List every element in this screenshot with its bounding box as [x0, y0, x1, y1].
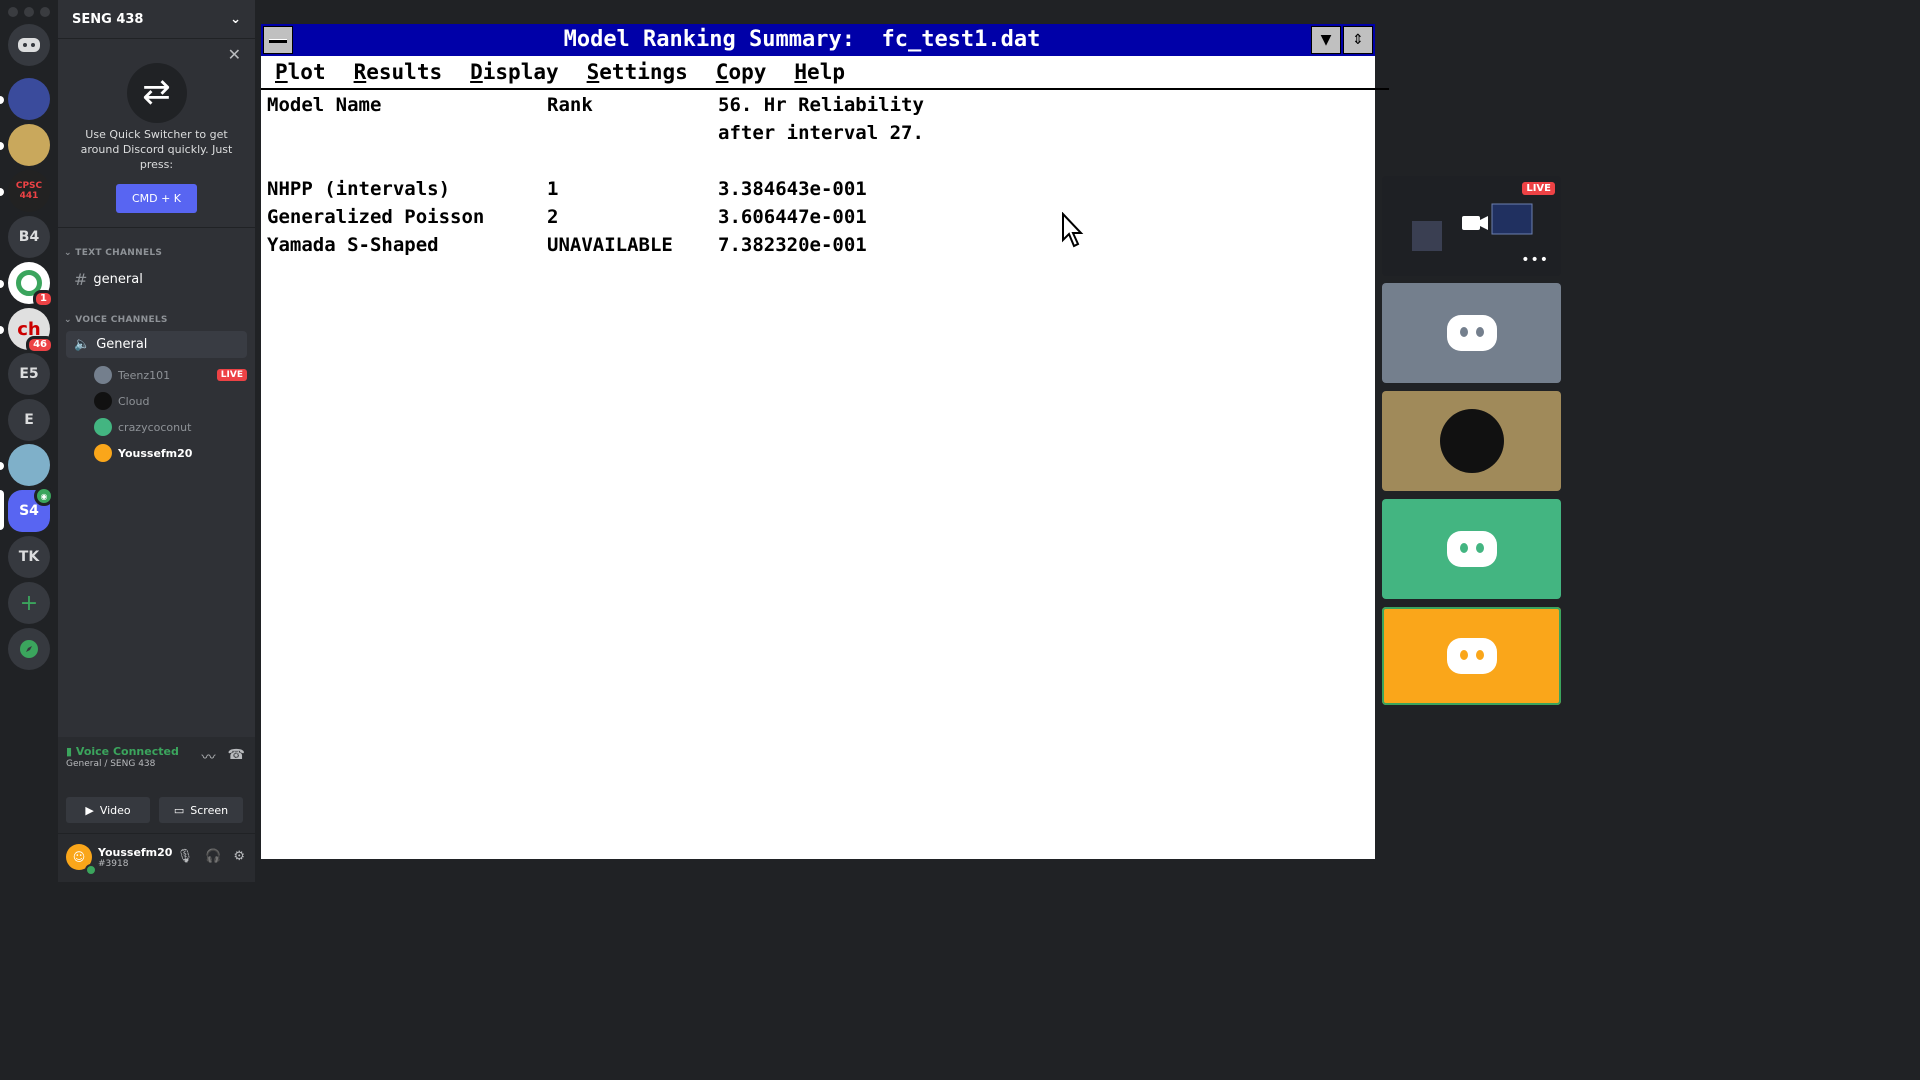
video-button[interactable]: ▶ Video: [66, 797, 150, 823]
voice-channels-category[interactable]: ⌄ VOICE CHANNELS: [58, 295, 255, 331]
participant-tile[interactable]: [1382, 283, 1561, 383]
participant-tile[interactable]: [1382, 391, 1561, 491]
server-s4[interactable]: S4 ◉: [8, 486, 54, 532]
quick-switcher-text: Use Quick Switcher to get around Discord…: [80, 128, 233, 171]
live-badge: LIVE: [216, 369, 247, 381]
server-icon-map[interactable]: [8, 444, 50, 486]
app-menubar: Plot Results Display Settings Copy Help: [261, 56, 1389, 90]
speaker-icon: ◉: [34, 486, 54, 506]
maximize-icon[interactable]: ⇕: [1343, 26, 1373, 54]
header-reliability-sub: after interval 27.: [718, 122, 924, 144]
user-tag: #3918: [98, 859, 129, 869]
voice-channel-general[interactable]: 🔈 General: [66, 331, 247, 358]
menu-copy[interactable]: Copy: [716, 60, 767, 84]
unread-badge: 46: [26, 336, 54, 354]
mouse-cursor-icon: [1062, 212, 1084, 248]
avatar: [94, 444, 112, 462]
row-rank: UNAVAILABLE: [547, 234, 673, 256]
microphone-icon[interactable]: 🎙: [177, 849, 194, 864]
voice-location: General / SENG 438: [66, 759, 156, 769]
menu-settings[interactable]: Settings: [587, 60, 688, 84]
chevron-down-icon: ⌄: [230, 11, 241, 27]
server-icon-cpsc[interactable]: CPSC 441: [8, 170, 50, 212]
row-model-name: Generalized Poisson: [267, 206, 485, 228]
explore-compass-icon[interactable]: [8, 628, 50, 670]
voice-user[interactable]: Teenz101 LIVE: [94, 362, 247, 388]
participant-tile[interactable]: [1382, 499, 1561, 599]
participant-tile-speaking[interactable]: [1382, 607, 1561, 705]
discord-logo-icon: [1446, 315, 1497, 351]
menu-results[interactable]: Results: [354, 60, 443, 84]
text-channel-general[interactable]: # general: [66, 264, 247, 295]
menu-plot[interactable]: Plot: [275, 60, 326, 84]
row-value: 3.384643e-001: [718, 178, 867, 200]
signal-icon: ▮: [66, 745, 73, 758]
text-channels-category[interactable]: ⌄ TEXT CHANNELS: [58, 228, 255, 264]
server-tk[interactable]: TK: [8, 536, 50, 578]
add-server-icon[interactable]: +: [8, 582, 50, 624]
row-rank: 1: [547, 178, 559, 200]
app-titlebar: Model Ranking Summary: fc_test1.dat ▼ ⇕: [261, 24, 1375, 56]
server-header[interactable]: SENG 438 ⌄: [58, 0, 255, 39]
menu-help[interactable]: Help: [794, 60, 845, 84]
system-menu-icon[interactable]: [263, 26, 293, 54]
hash-icon: #: [74, 270, 88, 289]
server-b4[interactable]: B4: [8, 216, 50, 258]
speaker-icon: 🔈: [74, 337, 91, 352]
voice-user[interactable]: crazycoconut: [94, 414, 247, 440]
minimize-icon[interactable]: ▼: [1311, 26, 1341, 54]
user-panel: ☺ Youssefm20 #3918 🎙 🎧 ⚙: [58, 834, 255, 882]
server-icon-space[interactable]: [8, 78, 50, 120]
server-e[interactable]: E: [8, 399, 50, 441]
row-value: 7.382320e-001: [718, 234, 867, 256]
avatar: [94, 392, 112, 410]
live-badge: LIVE: [1522, 182, 1555, 195]
online-status-dot: [85, 864, 97, 876]
server-icon-ch[interactable]: ch 46: [8, 308, 54, 354]
row-value: 3.606447e-001: [718, 206, 867, 228]
unread-badge: 1: [33, 290, 54, 308]
avatar: [94, 418, 112, 436]
window-title: Model Ranking Summary: fc_test1.dat: [563, 27, 1041, 52]
avatar: [1439, 409, 1504, 473]
discord-logo-icon: [1446, 638, 1497, 674]
camera-icon: ▶: [85, 803, 94, 817]
headphones-icon[interactable]: 🎧: [205, 849, 221, 864]
discord-home-icon[interactable]: [8, 24, 50, 66]
disconnect-icon[interactable]: ☎: [228, 747, 245, 767]
header-rank: Rank: [547, 94, 593, 116]
header-reliability: 56. Hr Reliability: [718, 94, 924, 116]
screen-share-button[interactable]: ▭ Screen: [159, 797, 243, 823]
server-icon-ring[interactable]: 1: [8, 262, 54, 308]
menu-display[interactable]: Display: [470, 60, 559, 84]
live-stream-tile[interactable]: LIVE •••: [1382, 176, 1561, 276]
voice-user[interactable]: Cloud: [94, 388, 247, 414]
quick-switcher-shortcut-button[interactable]: CMD + K: [115, 184, 198, 213]
channel-sidebar: SENG 438 ⌄ ✕ ⇄ Use Quick Switcher to get…: [58, 0, 255, 882]
avatar: [94, 366, 112, 384]
server-icon-room[interactable]: [8, 124, 50, 166]
voice-status[interactable]: ▮ Voice Connected: [66, 745, 179, 758]
server-rail: CPSC 441 B4 1 ch 46 E5 E S4 ◉ TK +: [0, 0, 58, 882]
voice-connection-panel: ▮ Voice Connected General / SENG 438 〰 ☎…: [58, 737, 255, 834]
stream-preview-thumbnail: [1411, 203, 1532, 251]
more-options-icon[interactable]: •••: [1521, 252, 1549, 268]
row-rank: 2: [547, 206, 559, 228]
voice-user[interactable]: Youssefm20: [94, 440, 247, 466]
gear-icon[interactable]: ⚙: [233, 849, 245, 864]
row-model-name: NHPP (intervals): [267, 178, 451, 200]
close-icon[interactable]: ✕: [228, 45, 241, 64]
row-model-name: Yamada S-Shaped: [267, 234, 439, 256]
noise-suppression-icon[interactable]: 〰: [202, 747, 216, 767]
arrows-swap-icon: ⇄: [126, 63, 187, 123]
window-controls[interactable]: [8, 7, 50, 17]
discord-logo-icon: [1446, 531, 1497, 567]
screen-icon: ▭: [173, 803, 185, 817]
header-model-name: Model Name: [267, 94, 382, 116]
quick-switcher-card: ✕ ⇄ Use Quick Switcher to get around Dis…: [58, 39, 255, 228]
server-name: SENG 438: [72, 11, 144, 27]
user-name: Youssefm20: [98, 846, 173, 859]
stream-view: Model Ranking Summary: fc_test1.dat ▼ ⇕ …: [261, 24, 1389, 859]
server-e5[interactable]: E5: [8, 353, 50, 395]
